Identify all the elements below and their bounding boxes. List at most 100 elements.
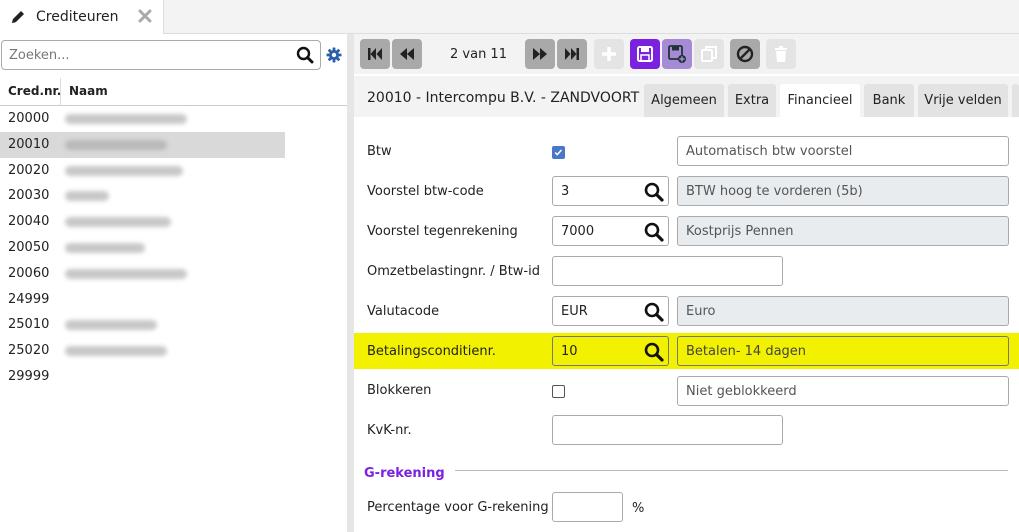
plus-icon bbox=[602, 47, 616, 61]
voorstel-btw-code-field[interactable]: 3 bbox=[552, 176, 669, 206]
list-item[interactable]: 25010 bbox=[0, 312, 285, 338]
list-item[interactable]: 20000 bbox=[0, 106, 285, 132]
list-item[interactable]: 20040 bbox=[0, 209, 285, 235]
cancel-button[interactable] bbox=[730, 39, 760, 69]
tab-label: Algemeen bbox=[651, 93, 717, 108]
search-input[interactable] bbox=[9, 46, 289, 64]
previous-icon bbox=[400, 48, 414, 60]
voorstel-btw-code-desc: BTW hoog te vorderen (5b) bbox=[686, 184, 863, 199]
tab-bank[interactable]: Bank bbox=[864, 84, 914, 117]
creditor-list-panel: Cred.nr. Naam 20000 20010 20020 20030 bbox=[0, 34, 347, 532]
add-record-button[interactable] bbox=[594, 39, 624, 69]
tab-label: Bank bbox=[872, 93, 906, 108]
last-record-button[interactable] bbox=[557, 39, 587, 69]
save-new-icon bbox=[668, 45, 686, 63]
financieel-form: Btw Automatisch btw voorstel Voorstel bt… bbox=[354, 117, 1019, 532]
btw-checkbox[interactable] bbox=[552, 146, 565, 159]
search-box bbox=[1, 40, 321, 70]
pencil-icon bbox=[12, 11, 24, 23]
close-icon[interactable] bbox=[138, 9, 152, 23]
kvk-label: KvK-nr. bbox=[367, 423, 412, 438]
list-item[interactable]: 29999 bbox=[0, 364, 285, 390]
blokkeren-description-field[interactable]: Niet geblokkeerd bbox=[677, 376, 1009, 406]
btw-description-field[interactable]: Automatisch btw voorstel bbox=[677, 136, 1009, 166]
blurred-name bbox=[65, 346, 167, 357]
voorstel-tegenrekening-description: Kostprijs Pennen bbox=[677, 216, 1009, 246]
blokkeren-checkbox[interactable] bbox=[552, 385, 565, 398]
search-icon[interactable] bbox=[644, 182, 664, 202]
blurred-name bbox=[65, 320, 157, 331]
cred-nr: 20030 bbox=[8, 188, 50, 204]
list-item[interactable]: 24999 bbox=[0, 287, 285, 313]
list-item[interactable]: 25020 bbox=[0, 338, 285, 364]
tab-overflow[interactable] bbox=[1012, 84, 1019, 117]
voorstel-tegenrekening-desc: Kostprijs Pennen bbox=[686, 224, 794, 239]
percentage-field[interactable] bbox=[552, 492, 623, 522]
list-item-selected[interactable]: 20010 bbox=[0, 131, 285, 158]
cred-nr: 25020 bbox=[8, 343, 50, 359]
previous-record-button[interactable] bbox=[392, 39, 422, 69]
delete-button[interactable] bbox=[766, 39, 796, 69]
tab-label: Financieel bbox=[787, 93, 853, 108]
blurred-name bbox=[65, 139, 167, 150]
valutacode-label: Valutacode bbox=[367, 304, 440, 319]
trash-icon bbox=[775, 46, 787, 62]
list-item[interactable]: 20020 bbox=[0, 158, 285, 184]
tab-bar: Crediteuren bbox=[0, 0, 1019, 34]
tab-algemeen[interactable]: Algemeen bbox=[644, 84, 724, 117]
blurred-name bbox=[65, 268, 187, 279]
gear-icon[interactable] bbox=[326, 47, 342, 63]
copy-record-button[interactable] bbox=[694, 39, 724, 69]
column-naam[interactable]: Naam bbox=[69, 84, 108, 98]
voorstel-tegenrekening-field[interactable]: 7000 bbox=[552, 216, 669, 246]
voorstel-tegenrekening-label: Voorstel tegenrekening bbox=[367, 224, 518, 239]
list-item[interactable]: 20030 bbox=[0, 183, 285, 209]
last-record-icon bbox=[565, 48, 579, 60]
tab-title: Crediteuren bbox=[36, 9, 119, 25]
list-item[interactable]: 20050 bbox=[0, 235, 285, 261]
tab-extra[interactable]: Extra bbox=[728, 84, 776, 117]
cancel-icon bbox=[736, 45, 754, 63]
record-toolbar: 2 van 11 bbox=[354, 34, 1019, 74]
cred-nr: 24999 bbox=[8, 291, 50, 307]
next-icon bbox=[533, 48, 547, 60]
blurred-name bbox=[65, 242, 145, 253]
tab-crediteuren[interactable]: Crediteuren bbox=[0, 0, 164, 34]
column-cred-nr[interactable]: Cred.nr. bbox=[8, 84, 61, 98]
search-icon[interactable] bbox=[644, 342, 664, 362]
list-column-header: Cred.nr. Naam bbox=[0, 78, 347, 106]
search-icon[interactable] bbox=[296, 46, 314, 64]
first-record-button[interactable] bbox=[360, 39, 390, 69]
tab-label: Extra bbox=[734, 93, 770, 108]
valutacode-desc: Euro bbox=[686, 304, 716, 319]
cred-nr: 20040 bbox=[8, 214, 50, 230]
betalingsconditie-description: Betalen- 14 dagen bbox=[677, 336, 1009, 366]
panel-splitter[interactable] bbox=[347, 34, 354, 532]
betalingsconditie-desc: Betalen- 14 dagen bbox=[686, 344, 807, 359]
save-and-new-button[interactable] bbox=[662, 39, 692, 69]
tab-financieel[interactable]: Financieel bbox=[780, 84, 860, 117]
blokkeren-label: Blokkeren bbox=[367, 383, 432, 398]
first-record-icon bbox=[368, 48, 382, 60]
valutacode-field[interactable]: EUR bbox=[552, 296, 669, 326]
section-divider bbox=[455, 470, 1008, 471]
save-icon bbox=[637, 46, 653, 62]
save-button[interactable] bbox=[630, 39, 660, 69]
next-record-button[interactable] bbox=[525, 39, 555, 69]
betalingsconditie-field[interactable]: 10 bbox=[552, 336, 669, 366]
search-icon[interactable] bbox=[644, 302, 664, 322]
record-header: 20010 - Intercompu B.V. - ZANDVOORT Alge… bbox=[354, 76, 1019, 117]
percentage-unit: % bbox=[632, 501, 645, 516]
tab-vrije-velden[interactable]: Vrije velden bbox=[918, 84, 1008, 117]
list-item[interactable]: 20060 bbox=[0, 261, 285, 287]
voorstel-btw-code-description: BTW hoog te vorderen (5b) bbox=[677, 176, 1009, 206]
omzetbelasting-field[interactable] bbox=[552, 256, 783, 286]
blurred-name bbox=[65, 114, 187, 124]
column-separator bbox=[60, 78, 61, 106]
blurred-name bbox=[65, 165, 183, 176]
search-icon[interactable] bbox=[644, 222, 664, 242]
cred-nr: 25010 bbox=[8, 317, 50, 333]
kvk-field[interactable] bbox=[552, 415, 783, 445]
voorstel-btw-code-label: Voorstel btw-code bbox=[367, 184, 484, 199]
record-title: 20010 - Intercompu B.V. - ZANDVOORT bbox=[367, 90, 640, 106]
